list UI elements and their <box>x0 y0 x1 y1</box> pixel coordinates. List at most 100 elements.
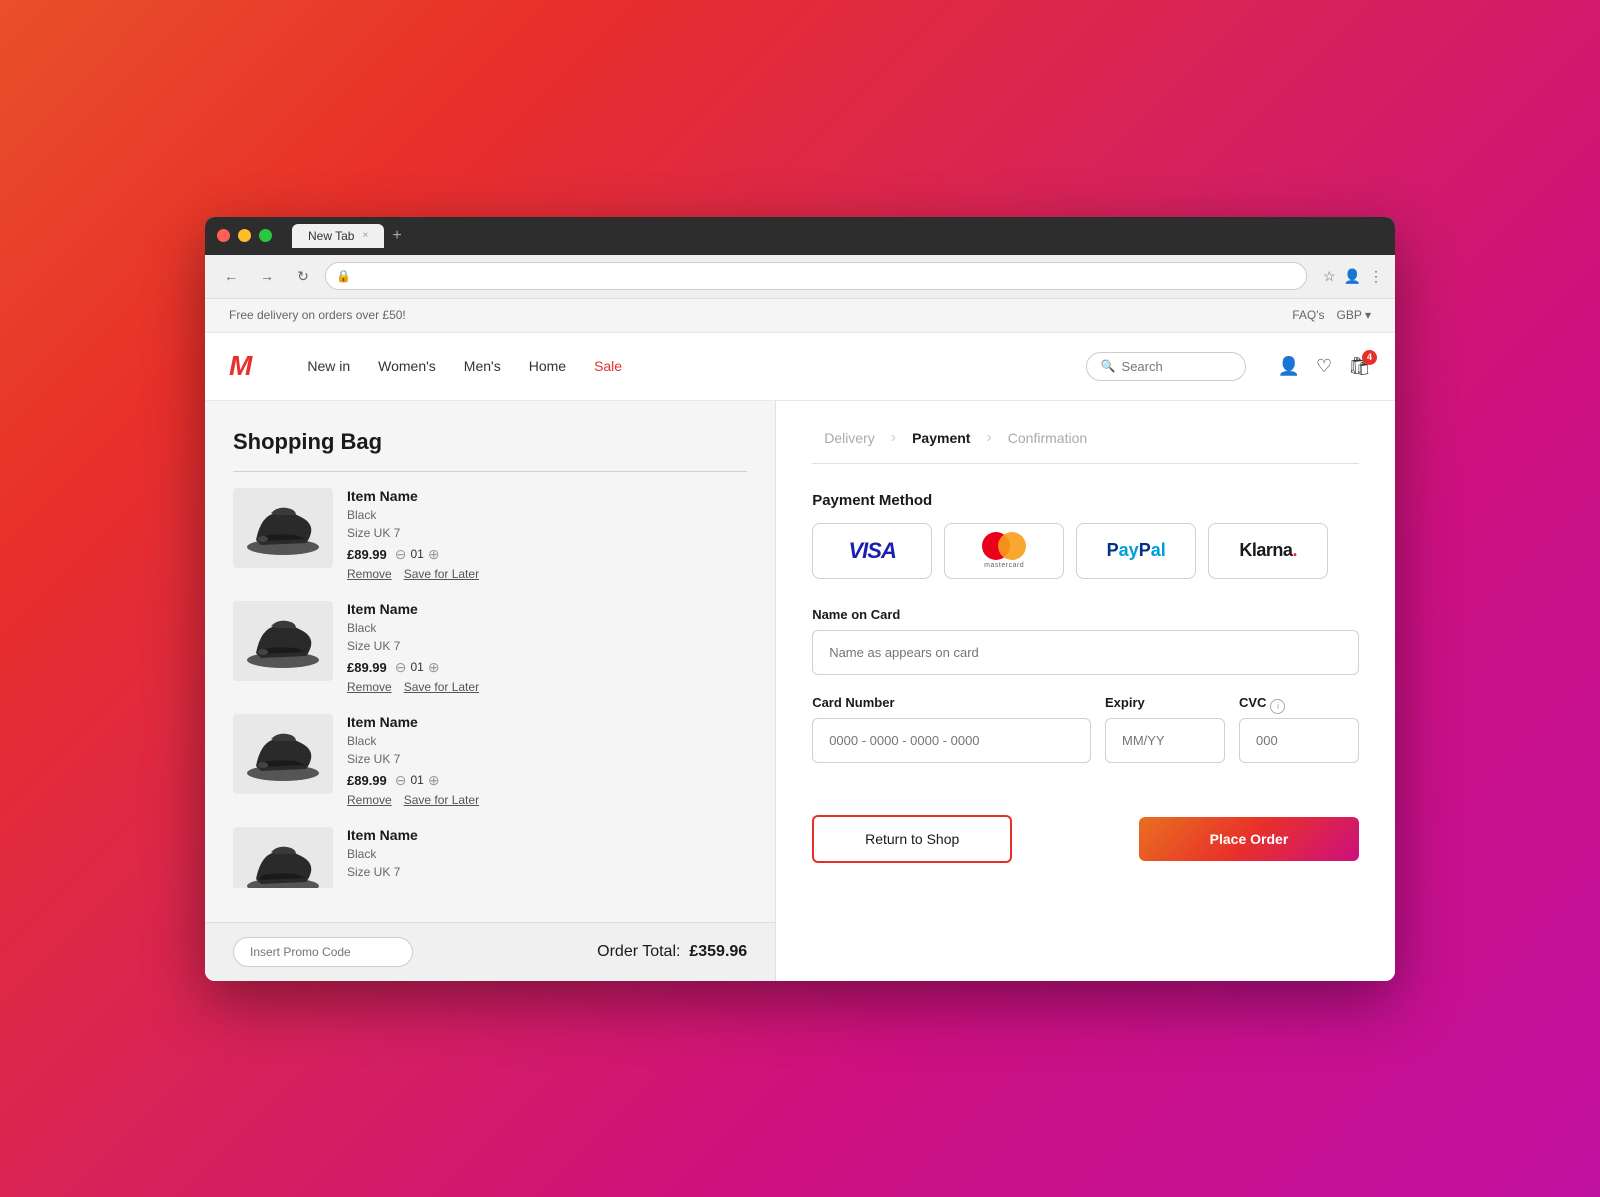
item-price: £89.99 <box>347 660 387 675</box>
item-details: Item Name Black Size UK 7 £89.99 ⊖ 01 ⊕ <box>347 601 743 694</box>
card-number-input[interactable] <box>812 718 1091 763</box>
place-order-button[interactable]: Place Order <box>1139 817 1359 861</box>
checkout-steps: Delivery › Payment › Confirmation <box>812 429 1359 464</box>
visa-logo: VISA <box>849 538 896 564</box>
cart-icon[interactable]: 🛍 4 <box>1348 356 1371 377</box>
site-logo[interactable]: M <box>229 350 251 382</box>
address-bar[interactable]: 🔒 <box>325 262 1307 290</box>
name-on-card-input[interactable] <box>812 630 1359 675</box>
new-tab-button[interactable]: + <box>392 227 401 245</box>
cart-item: Item Name Black Size UK 7 £89.99 ⊖ 01 ⊕ <box>233 714 743 807</box>
paypal-payment-option[interactable]: PayPal <box>1076 523 1196 579</box>
tab-title: New Tab <box>308 229 354 243</box>
shopping-bag-title: Shopping Bag <box>233 429 747 455</box>
step-payment[interactable]: Payment <box>900 430 982 446</box>
save-for-later-button[interactable]: Save for Later <box>404 680 479 694</box>
item-actions: Remove Save for Later <box>347 567 743 581</box>
shoe-illustration <box>241 495 326 560</box>
nav-sale[interactable]: Sale <box>594 358 622 374</box>
item-actions: Remove Save for Later <box>347 680 743 694</box>
visa-payment-option[interactable]: VISA <box>812 523 932 579</box>
search-input[interactable] <box>1122 359 1231 374</box>
item-details: Item Name Black Size UK 7 <box>347 827 743 888</box>
item-price: £89.99 <box>347 547 387 562</box>
currency-selector[interactable]: GBP ▾ <box>1337 308 1372 322</box>
search-icon: 🔍 <box>1101 359 1116 373</box>
bag-bottom-bar: Order Total: £359.96 <box>205 922 775 981</box>
qty-decrease[interactable]: ⊖ <box>395 659 407 676</box>
profile-icon[interactable]: 👤 <box>1344 268 1361 285</box>
item-name: Item Name <box>347 714 743 730</box>
expiry-group: Expiry <box>1105 695 1225 783</box>
promo-code-input[interactable] <box>233 937 413 967</box>
qty-increase[interactable]: ⊕ <box>428 772 440 789</box>
remove-item-button[interactable]: Remove <box>347 793 392 807</box>
nav-womens[interactable]: Women's <box>378 358 436 374</box>
klarna-payment-option[interactable]: Klarna. <box>1208 523 1328 579</box>
item-size: Size UK 7 <box>347 863 743 881</box>
qty-value: 01 <box>411 773 424 787</box>
forward-button[interactable]: → <box>253 262 281 290</box>
cart-item: Item Name Black Size UK 7 £89.99 ⊖ 01 ⊕ <box>233 488 743 581</box>
search-bar[interactable]: 🔍 <box>1086 352 1246 381</box>
site-header: M New in Women's Men's Home Sale 🔍 👤 ♡ 🛍… <box>205 333 1395 401</box>
name-on-card-group: Name on Card <box>812 607 1359 675</box>
faq-link[interactable]: FAQ's <box>1292 308 1324 322</box>
nav-new-in[interactable]: New in <box>307 358 350 374</box>
item-price-row: £89.99 ⊖ 01 ⊕ <box>347 546 743 563</box>
expiry-input[interactable] <box>1105 718 1225 763</box>
card-number-label: Card Number <box>812 695 1091 710</box>
return-to-shop-button[interactable]: Return to Shop <box>812 815 1012 863</box>
mastercard-payment-option[interactable]: mastercard <box>944 523 1064 579</box>
save-for-later-button[interactable]: Save for Later <box>404 567 479 581</box>
qty-control: ⊖ 01 ⊕ <box>395 659 440 676</box>
bookmark-icon[interactable]: ☆ <box>1323 268 1336 285</box>
qty-increase[interactable]: ⊕ <box>428 546 440 563</box>
nav-mens[interactable]: Men's <box>464 358 501 374</box>
account-icon[interactable]: 👤 <box>1278 356 1300 377</box>
item-size: Size UK 7 <box>347 637 743 655</box>
header-icons: 👤 ♡ 🛍 4 <box>1278 356 1371 377</box>
wishlist-icon[interactable]: ♡ <box>1316 356 1332 377</box>
qty-decrease[interactable]: ⊖ <box>395 546 407 563</box>
expiry-label: Expiry <box>1105 695 1225 710</box>
item-details: Item Name Black Size UK 7 £89.99 ⊖ 01 ⊕ <box>347 714 743 807</box>
active-tab[interactable]: New Tab × <box>292 224 384 248</box>
back-button[interactable]: ← <box>217 262 245 290</box>
close-window-button[interactable] <box>217 229 230 242</box>
tab-close-icon[interactable]: × <box>362 230 368 241</box>
item-color: Black <box>347 732 743 750</box>
cvc-input[interactable] <box>1239 718 1359 763</box>
item-image <box>233 827 333 888</box>
reload-button[interactable]: ↻ <box>289 262 317 290</box>
maximize-window-button[interactable] <box>259 229 272 242</box>
cart-item: Item Name Black Size UK 7 £89.99 ⊖ 01 ⊕ <box>233 601 743 694</box>
step-confirmation[interactable]: Confirmation <box>996 430 1099 446</box>
shopping-bag-panel: Shopping Bag Item Na <box>205 401 776 981</box>
nav-home[interactable]: Home <box>529 358 566 374</box>
qty-increase[interactable]: ⊕ <box>428 659 440 676</box>
item-color: Black <box>347 506 743 524</box>
item-color: Black <box>347 845 743 863</box>
shoe-illustration <box>241 721 326 786</box>
toolbar-icons: ☆ 👤 ⋮ <box>1323 268 1383 285</box>
lock-icon: 🔒 <box>336 269 351 283</box>
qty-decrease[interactable]: ⊖ <box>395 772 407 789</box>
qty-control: ⊖ 01 ⊕ <box>395 772 440 789</box>
payment-methods: VISA mastercard PayPal <box>812 523 1359 579</box>
mastercard-logo: mastercard <box>982 532 1026 569</box>
more-options-icon[interactable]: ⋮ <box>1369 268 1383 285</box>
paypal-logo: PayPal <box>1107 540 1166 561</box>
step-delivery[interactable]: Delivery <box>812 430 887 446</box>
payment-panel: Delivery › Payment › Confirmation Paymen… <box>776 401 1395 981</box>
qty-control: ⊖ 01 ⊕ <box>395 546 440 563</box>
minimize-window-button[interactable] <box>238 229 251 242</box>
cvc-info-icon[interactable]: i <box>1270 699 1285 714</box>
cart-badge: 4 <box>1362 350 1377 365</box>
remove-item-button[interactable]: Remove <box>347 567 392 581</box>
tab-bar: New Tab × + <box>292 224 402 248</box>
remove-item-button[interactable]: Remove <box>347 680 392 694</box>
item-name: Item Name <box>347 827 743 843</box>
card-number-group: Card Number <box>812 695 1091 783</box>
save-for-later-button[interactable]: Save for Later <box>404 793 479 807</box>
